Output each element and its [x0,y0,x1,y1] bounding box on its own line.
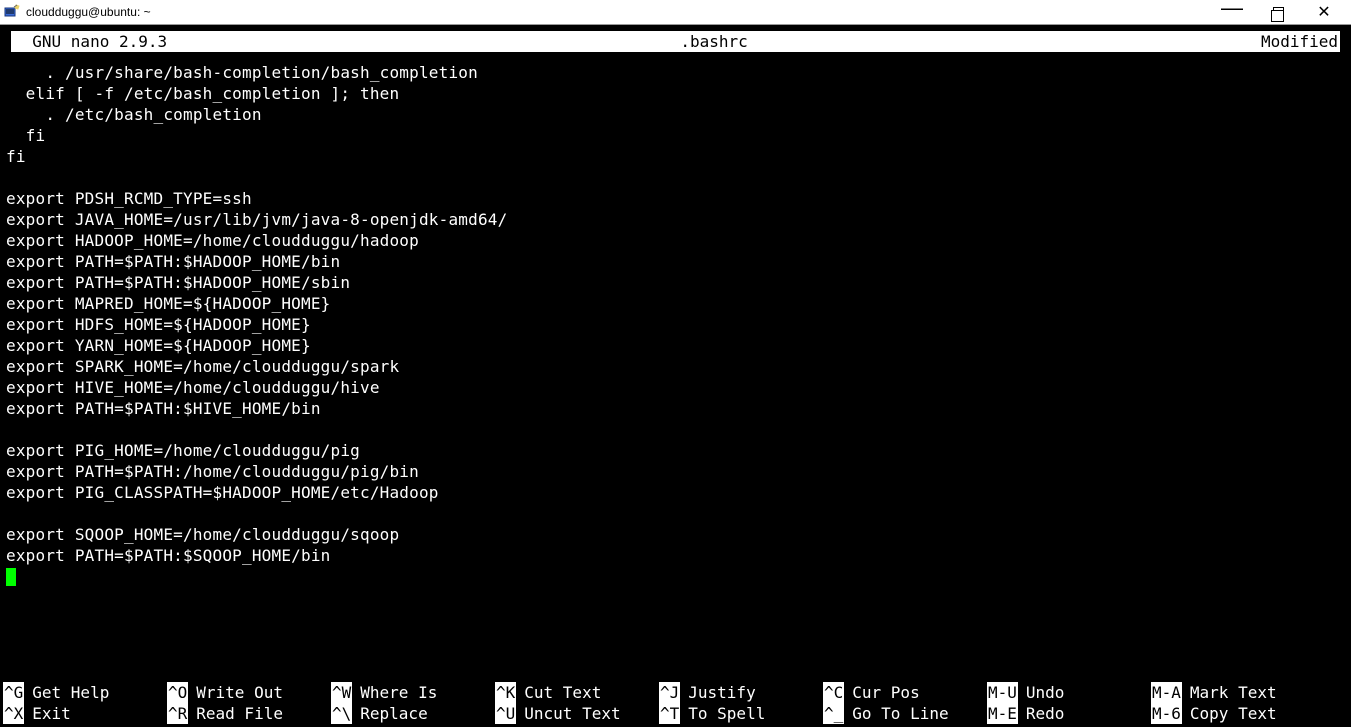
shortcut-label: Uncut Text [524,703,620,724]
shortcut-label: Undo [1026,682,1065,703]
shortcut-row-1: ^G Get Help ^O Write Out ^W Where Is ^K Cut Tex… [3,682,1348,703]
window-title: cloudduggu@ubuntu: ~ [26,5,1209,19]
editor-line: export MAPRED_HOME=${HADOOP_HOME} [6,293,1345,314]
shortcut-label: Cur Pos [852,682,919,703]
shortcut-key: ^R [167,703,188,724]
nano-app-name: GNU nano 2.9.3 [13,31,167,52]
editor-line: export PATH=$PATH:/home/cloudduggu/pig/b… [6,461,1345,482]
shortcut-item: ^T To Spell [659,703,823,724]
shortcut-item: ^K Cut Text [495,682,659,703]
editor-line: export HADOOP_HOME=/home/cloudduggu/hado… [6,230,1345,251]
shortcut-item: ^G Get Help [3,682,167,703]
editor-line: export YARN_HOME=${HADOOP_HOME} [6,335,1345,356]
shortcut-key: ^G [3,682,24,703]
editor-line: export HDFS_HOME=${HADOOP_HOME} [6,314,1345,335]
shortcut-row-2: ^X Exit ^R Read File ^\ Replace ^U Uncut Text ^T… [3,703,1348,724]
shortcut-label: Mark Text [1190,682,1277,703]
shortcut-item: ^W Where Is [331,682,495,703]
terminal-area[interactable]: GNU nano 2.9.3 .bashrc Modified . /usr/s… [0,25,1351,727]
shortcut-key: M-A [1151,682,1182,703]
shortcut-item: M-6 Copy Text [1151,703,1315,724]
editor-line [6,503,1345,524]
window-titlebar: cloudduggu@ubuntu: ~ — ✕ [0,0,1351,25]
maximize-button[interactable] [1255,0,1301,24]
shortcut-item: ^U Uncut Text [495,703,659,724]
shortcut-key: ^O [167,682,188,703]
editor-line: export PIG_HOME=/home/cloudduggu/pig [6,440,1345,461]
shortcut-label: Justify [688,682,755,703]
shortcut-label: Redo [1026,703,1065,724]
editor-line: fi [6,146,1345,167]
shortcut-item: ^O Write Out [167,682,331,703]
editor-line: export PDSH_RCMD_TYPE=ssh [6,188,1345,209]
nano-filename: .bashrc [167,31,1261,52]
shortcut-item: ^_ Go To Line [823,703,987,724]
editor-line: fi [6,125,1345,146]
shortcut-label: Read File [196,703,283,724]
shortcut-label: Where Is [360,682,437,703]
shortcut-item: M-U Undo [987,682,1151,703]
shortcut-key: ^U [495,703,516,724]
nano-shortcut-bar: ^G Get Help ^O Write Out ^W Where Is ^K Cut Tex… [3,682,1348,724]
shortcut-key: ^C [823,682,844,703]
putty-icon [4,4,20,20]
editor-line: export HIVE_HOME=/home/cloudduggu/hive [6,377,1345,398]
shortcut-label: Exit [32,703,71,724]
shortcut-item: M-E Redo [987,703,1151,724]
shortcut-label: To Spell [688,703,765,724]
shortcut-item: ^\ Replace [331,703,495,724]
editor-line: export SQOOP_HOME=/home/cloudduggu/sqoop [6,524,1345,545]
cursor [6,568,16,586]
editor-line: export PATH=$PATH:$SQOOP_HOME/bin [6,545,1345,566]
shortcut-label: Write Out [196,682,283,703]
editor-content[interactable]: . /usr/share/bash-completion/bash_comple… [3,52,1348,587]
shortcut-key: ^J [659,682,680,703]
shortcut-label: Replace [360,703,427,724]
shortcut-key: ^W [331,682,352,703]
editor-line [6,566,1345,587]
window-controls: — ✕ [1209,0,1347,24]
close-button[interactable]: ✕ [1301,0,1347,24]
shortcut-item: ^C Cur Pos [823,682,987,703]
shortcut-label: Copy Text [1190,703,1277,724]
editor-line: export PATH=$PATH:$HIVE_HOME/bin [6,398,1345,419]
shortcut-label: Get Help [32,682,109,703]
shortcut-key: M-U [987,682,1018,703]
editor-line [6,167,1345,188]
shortcut-item: ^X Exit [3,703,167,724]
shortcut-key: ^\ [331,703,352,724]
editor-line: export PIG_CLASSPATH=$HADOOP_HOME/etc/Ha… [6,482,1345,503]
editor-line: export JAVA_HOME=/usr/lib/jvm/java-8-ope… [6,209,1345,230]
shortcut-key: ^X [3,703,24,724]
editor-line: . /etc/bash_completion [6,104,1345,125]
editor-line: elif [ -f /etc/bash_completion ]; then [6,83,1345,104]
shortcut-key: ^K [495,682,516,703]
shortcut-item: ^R Read File [167,703,331,724]
minimize-button[interactable]: — [1209,0,1255,24]
shortcut-key: ^_ [823,703,844,724]
shortcut-label: Cut Text [524,682,601,703]
editor-line: . /usr/share/bash-completion/bash_comple… [6,62,1345,83]
shortcut-item: M-A Mark Text [1151,682,1315,703]
shortcut-item: ^J Justify [659,682,823,703]
nano-header-bar: GNU nano 2.9.3 .bashrc Modified [11,31,1340,52]
shortcut-key: M-E [987,703,1018,724]
nano-status: Modified [1261,31,1338,52]
shortcut-label: Go To Line [852,703,948,724]
shortcut-key: M-6 [1151,703,1182,724]
editor-line: export PATH=$PATH:$HADOOP_HOME/bin [6,251,1345,272]
editor-line: export PATH=$PATH:$HADOOP_HOME/sbin [6,272,1345,293]
editor-line [6,419,1345,440]
editor-line: export SPARK_HOME=/home/cloudduggu/spark [6,356,1345,377]
shortcut-key: ^T [659,703,680,724]
